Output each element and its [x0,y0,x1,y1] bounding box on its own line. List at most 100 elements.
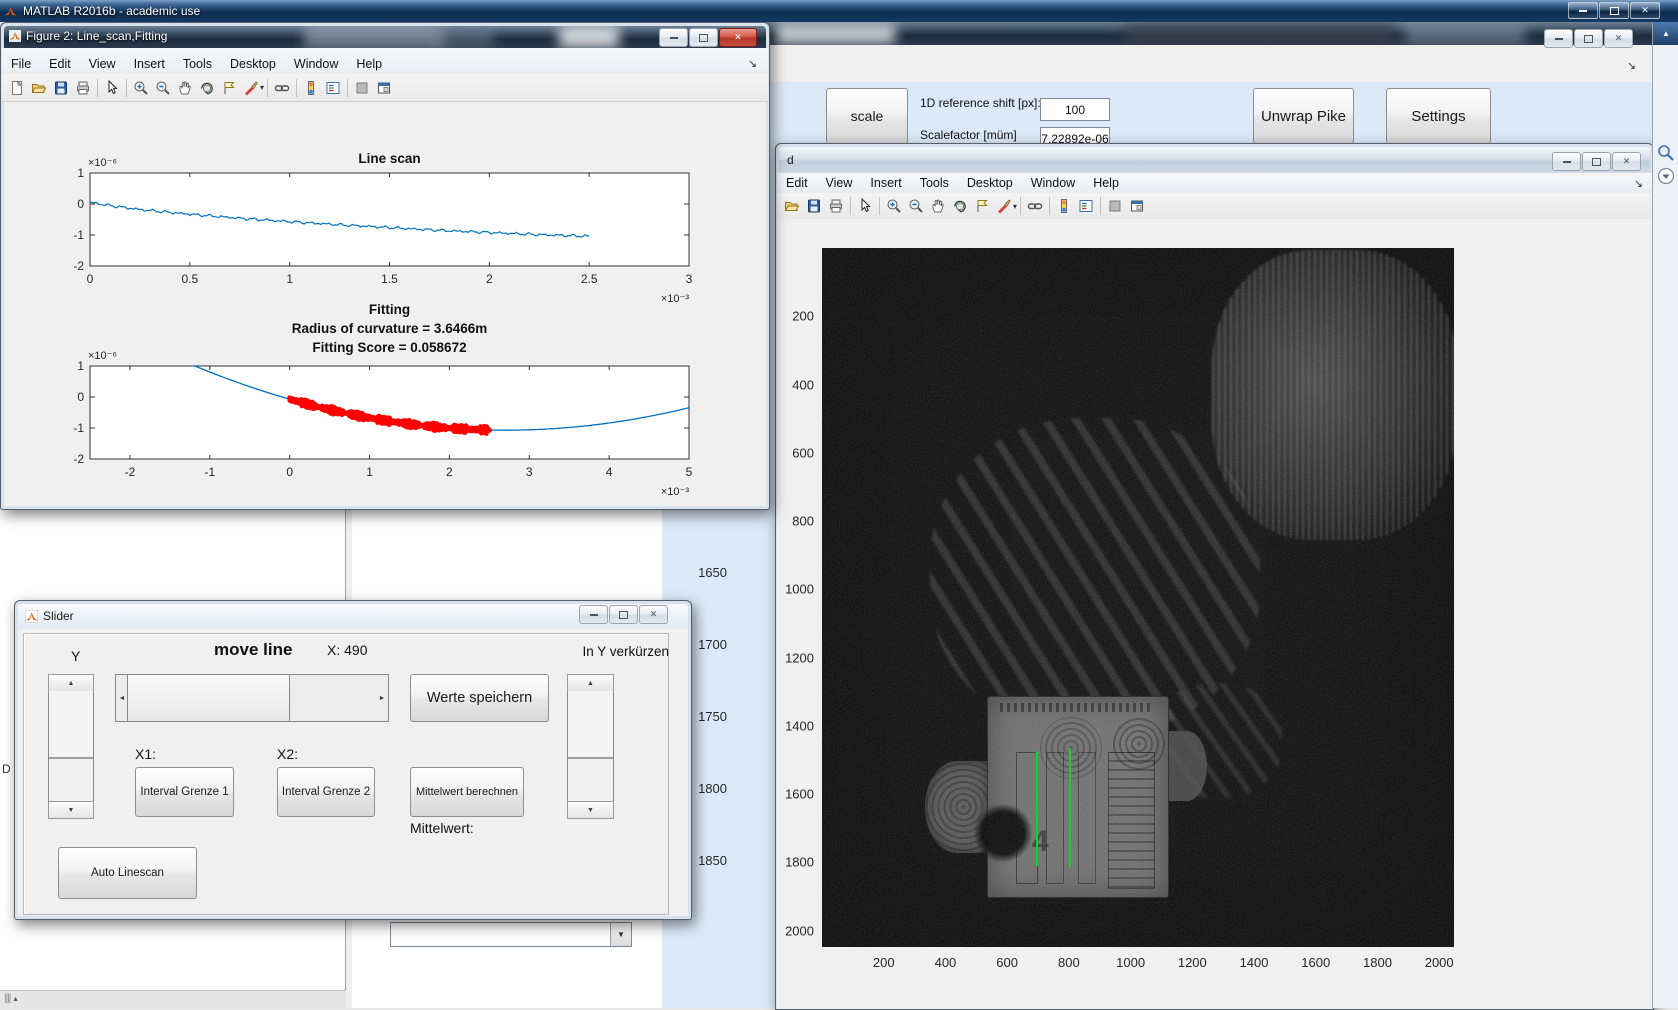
show-plot-tools-dock-icon[interactable] [373,77,395,98]
print-figure-icon[interactable] [72,77,94,98]
slider-close-button[interactable]: ✕ [639,605,668,624]
menu-help[interactable]: Help [347,54,391,74]
slider-up-arrow-icon[interactable]: ▲ [567,674,614,692]
image-x-tick: 400 [934,955,957,970]
dropdown-circle-icon[interactable] [1657,167,1675,185]
cursor-icon[interactable] [101,77,123,98]
scale-button[interactable]: scale [826,88,908,144]
menu-desktop[interactable]: Desktop [221,54,285,74]
insert-colorbar-icon[interactable] [1053,196,1075,217]
menu-help[interactable]: Help [1084,173,1128,193]
chevron-down-icon[interactable]: ▼ [610,923,631,946]
fig2-menu-overflow-icon[interactable]: ↘ [748,57,757,70]
fig2-minimize-button[interactable] [659,28,688,47]
gui-close-button[interactable]: ✕ [1604,29,1633,48]
brush-menu-caret-icon[interactable]: ▾ [260,83,264,92]
fig-close-button[interactable]: ✕ [1612,152,1641,171]
svg-text:5: 5 [686,465,693,479]
figure2-plots: 0 0.5 1 1.5 2 2.5 3 1 0 -1 -2 ×10⁻⁶ ×10⁻³ Line scan -2… [73,151,693,498]
slider-down-arrow-icon[interactable]: ▼ [48,801,94,819]
background-dropdown[interactable]: ▼ [390,922,632,947]
shorten-y-slider[interactable]: ▲ ▼ [567,674,614,819]
fig2-restore-button[interactable] [689,28,718,47]
print-figure-icon[interactable] [825,196,847,217]
settings-button[interactable]: Settings [1386,88,1491,144]
link-plot-icon[interactable] [271,77,293,98]
brush-menu-caret-icon[interactable]: ▾ [1013,202,1017,211]
rotate-3d-icon[interactable] [949,196,971,217]
move-line-slider-thumb[interactable] [127,674,290,722]
collapse-up-icon[interactable]: ▲ [1653,22,1678,45]
save-figure-icon[interactable] [50,77,72,98]
fig-restore-button[interactable] [1582,152,1611,171]
save-figure-icon[interactable] [803,196,825,217]
zoom-out-icon[interactable] [905,196,927,217]
link-plot-icon[interactable] [1024,196,1046,217]
rotate-3d-icon[interactable] [196,77,218,98]
slider-minimize-button[interactable] [579,605,608,624]
close-button[interactable]: ✕ [1630,2,1660,19]
fig2-close-button[interactable]: ✕ [719,28,757,47]
open-file-icon[interactable] [28,77,50,98]
insert-legend-icon[interactable] [1075,196,1097,217]
hide-plot-tools-icon[interactable] [351,77,373,98]
y-slider[interactable]: ▲ ▼ [48,674,94,819]
zoom-in-icon[interactable] [883,196,905,217]
x2-label: X2: [277,746,299,762]
data-cursor-icon[interactable] [971,196,993,217]
data-cursor-icon[interactable] [218,77,240,98]
slider-up-arrow-icon[interactable]: ▲ [48,674,94,692]
minimize-button[interactable] [1568,2,1598,19]
gui-minimize-button[interactable] [1544,29,1573,48]
menu-insert[interactable]: Insert [125,54,174,74]
new-figure-icon[interactable] [6,77,28,98]
menu-tools[interactable]: Tools [174,54,221,74]
zoom-out-icon[interactable] [152,77,174,98]
slider-down-arrow-icon[interactable]: ▼ [567,801,614,819]
brush-data-icon[interactable] [993,196,1015,217]
menu-view[interactable]: View [80,54,125,74]
gui-menu-overflow-icon[interactable]: ↘ [1627,59,1636,72]
interval-limit2-button[interactable]: Interval Grenze 2 [277,767,375,817]
pan-hand-icon[interactable] [927,196,949,217]
hide-plot-tools-icon[interactable] [1104,196,1126,217]
resize-grip-icon[interactable]: |||| ▲ [4,993,19,1004]
menu-view[interactable]: View [817,173,862,193]
menu-desktop[interactable]: Desktop [958,173,1022,193]
menu-window[interactable]: Window [285,54,347,74]
linescan-marker-line[interactable] [1068,748,1071,868]
menu-tools[interactable]: Tools [911,173,958,193]
gui-restore-button[interactable] [1574,29,1603,48]
insert-legend-icon[interactable] [322,77,344,98]
shorten-y-slider-thumb[interactable] [568,691,613,759]
y-slider-thumb[interactable] [49,691,93,759]
menu-edit[interactable]: Edit [777,173,817,193]
interval-limit1-button[interactable]: Interval Grenze 1 [135,767,234,817]
brush-data-icon[interactable] [240,77,262,98]
menu-window[interactable]: Window [1022,173,1084,193]
menu-edit[interactable]: Edit [40,54,80,74]
move-line-slider[interactable]: ◄ ► [115,674,389,722]
slider-restore-button[interactable] [609,605,638,624]
menu-insert[interactable]: Insert [861,173,910,193]
maximize-button[interactable] [1599,2,1629,19]
slider-right-arrow-icon[interactable]: ► [376,675,388,721]
show-plot-tools-dock-icon[interactable] [1126,196,1148,217]
fig-minimize-button[interactable] [1552,152,1581,171]
zoom-in-icon[interactable] [130,77,152,98]
auto-linescan-button[interactable]: Auto Linescan [58,847,197,899]
insert-colorbar-icon[interactable] [300,77,322,98]
unwrap-pike-button[interactable]: Unwrap Pike [1253,88,1354,144]
image-x-tick: 800 [1058,955,1080,970]
search-icon[interactable] [1657,144,1675,162]
scan-image[interactable]: 4 [822,248,1454,947]
open-file-icon[interactable] [781,196,803,217]
fig-menu-overflow-icon[interactable]: ↘ [1634,177,1643,190]
cursor-icon[interactable] [854,196,876,217]
save-values-button[interactable]: Werte speichern [410,674,549,722]
ref-shift-field[interactable]: 100 [1040,98,1110,121]
pan-hand-icon[interactable] [174,77,196,98]
calc-mean-button[interactable]: Mittelwert berechnen [410,767,524,817]
linescan-marker-line[interactable] [1036,750,1039,866]
menu-file[interactable]: File [2,54,40,74]
